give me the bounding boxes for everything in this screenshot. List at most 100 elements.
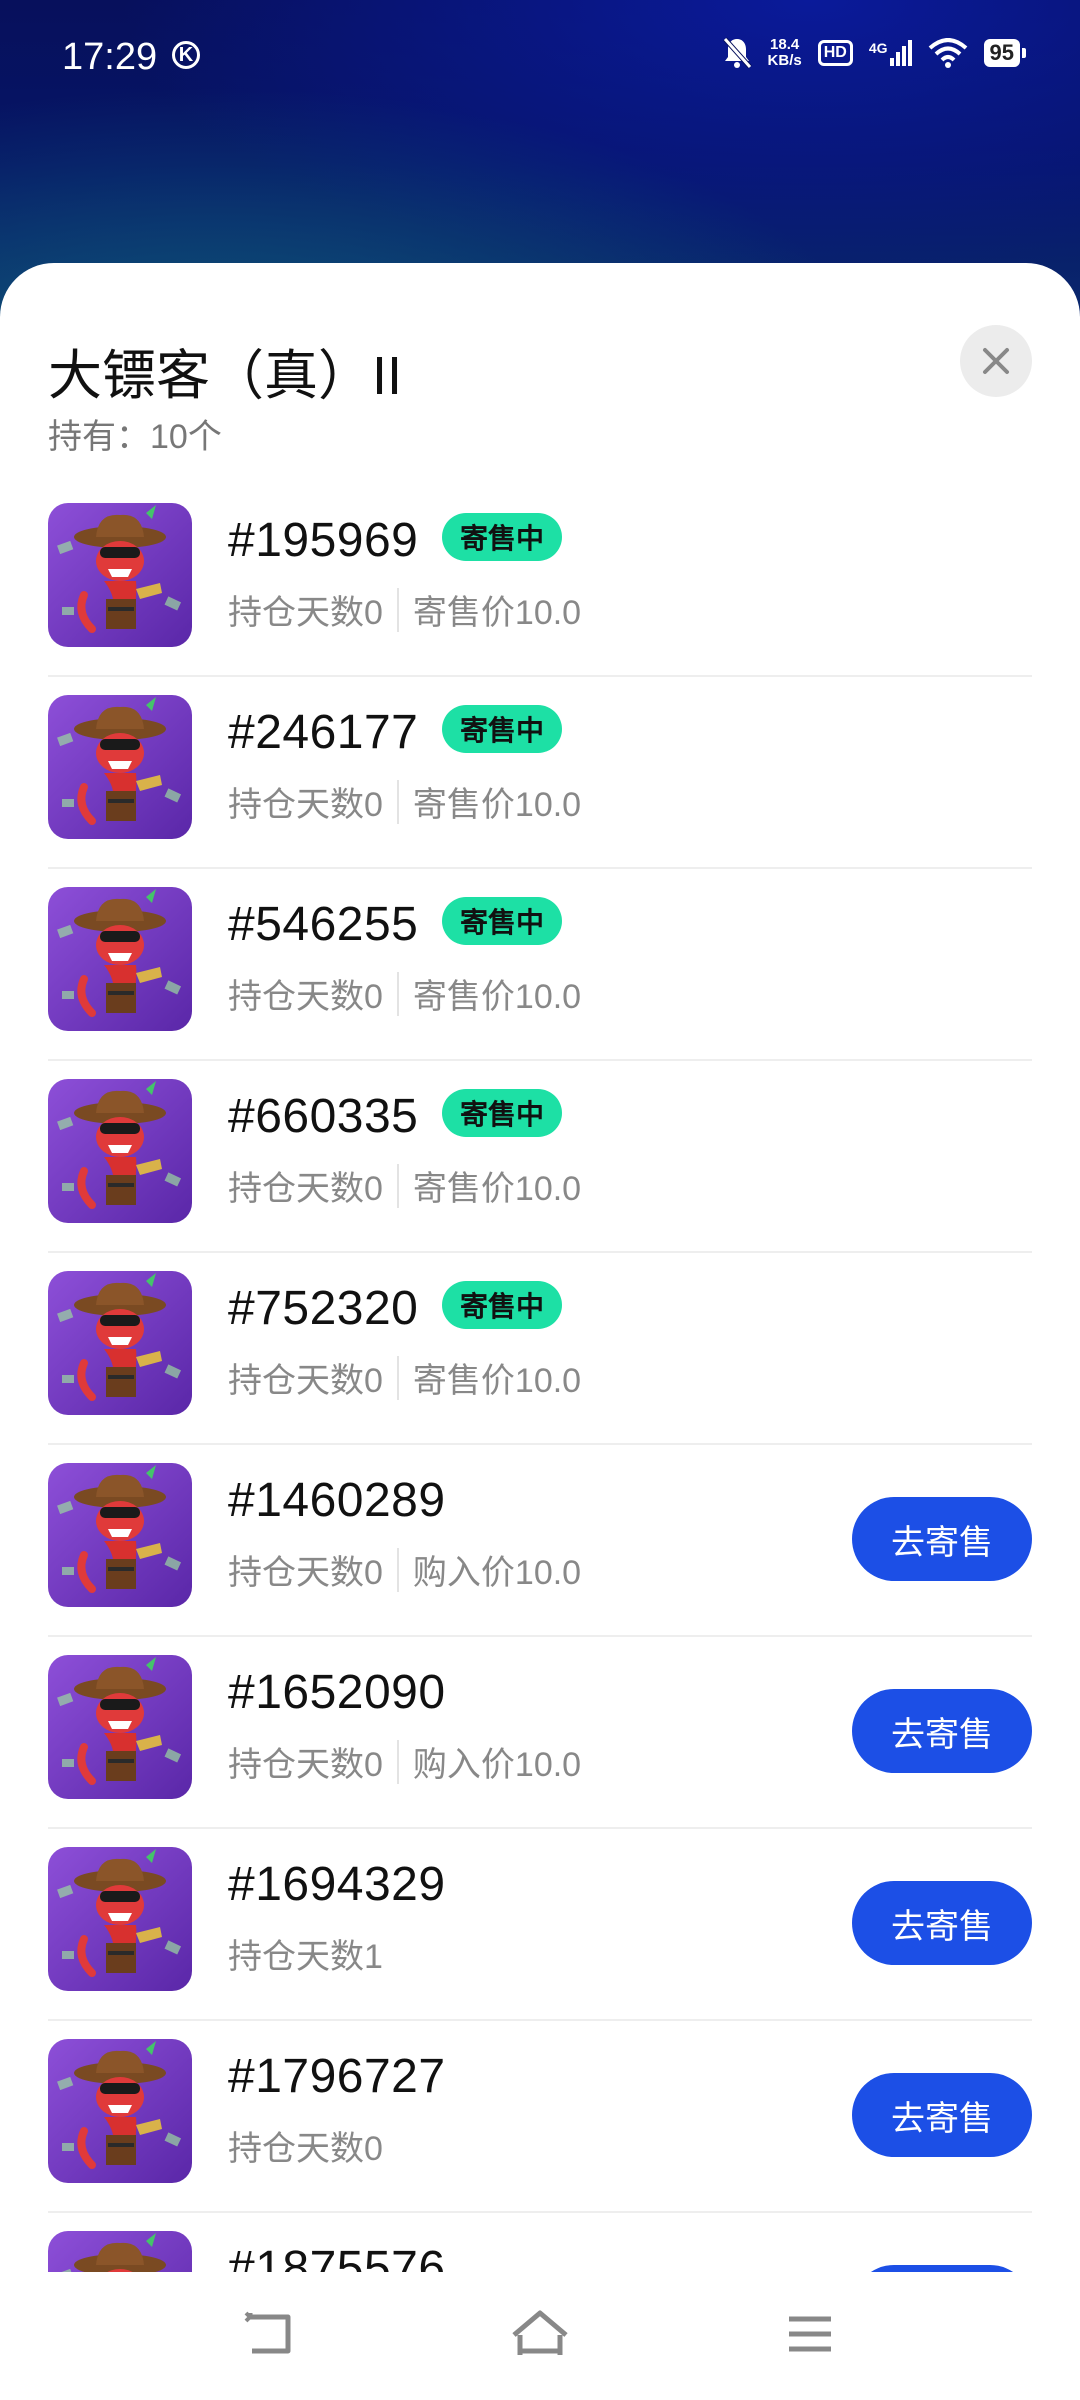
sheet-title: 大镖客（真）II (48, 346, 403, 406)
list-item[interactable]: #246177 寄售中持仓天数0 寄售价10.0 (48, 677, 1032, 869)
nft-thumbnail (48, 1655, 192, 1799)
item-price: 寄售价10.0 (412, 978, 582, 1016)
battery-icon: 95 (983, 39, 1027, 67)
home-button[interactable] (508, 2302, 572, 2366)
status-badge: 寄售中 (442, 513, 563, 561)
item-serial: #1796727 (228, 2050, 446, 2103)
back-icon (244, 2311, 291, 2354)
item-price: 购入价10.0 (412, 1746, 582, 1784)
home-icon (512, 2310, 568, 2355)
list-item[interactable]: #1652090 持仓天数0 购入价10.0 去寄售 (48, 1637, 1032, 1829)
holding-days: 持仓天数0 (228, 978, 383, 1016)
item-serial: #1652090 (228, 1666, 446, 1719)
holding-count: 持有：10个 (48, 418, 222, 456)
nft-thumbnail (48, 1271, 192, 1415)
mute-bell-icon (722, 37, 752, 69)
meta-divider (396, 1739, 399, 1784)
item-price: 寄售价10.0 (412, 594, 582, 632)
signal-icon: 4G (869, 40, 912, 66)
item-meta: 持仓天数0 寄售价10.0 (228, 1353, 581, 1402)
network-type: 4G (868, 40, 888, 56)
nft-thumbnail-art (48, 1655, 192, 1799)
back-button[interactable] (238, 2302, 302, 2366)
item-serial: #246177 (228, 706, 419, 759)
holdings-list[interactable]: #195969 寄售中 持仓天数0 寄售价10.0 #246177 寄售中 持仓天数0 寄售… (48, 485, 1032, 2275)
nft-thumbnail-art (48, 1271, 192, 1415)
item-serial: #660335 (228, 1090, 419, 1143)
close-icon (983, 348, 1009, 374)
nft-thumbnail-art (48, 2231, 192, 2275)
meta-divider (396, 779, 399, 824)
meta-divider (396, 1547, 399, 1592)
list-item[interactable]: #1796727 持仓天数0 去寄售 (48, 2021, 1032, 2213)
nft-thumbnail (48, 1079, 192, 1223)
nft-thumbnail-art (48, 1463, 192, 1607)
speed-value: 18.4 (770, 36, 800, 53)
wifi-icon (928, 38, 967, 68)
item-meta: 持仓天数0 购入价10.0 (228, 1545, 581, 1594)
item-meta: 持仓天数0 购入价10.0 (228, 1737, 581, 1786)
consign-button[interactable]: 去寄售 (852, 1497, 1032, 1581)
speed-unit: KB/s (767, 52, 802, 69)
holding-days: 持仓天数0 (228, 1746, 383, 1784)
status-badge: 寄售中 (442, 897, 563, 945)
nft-thumbnail (48, 2039, 192, 2183)
consign-button[interactable]: 去寄售 (852, 2073, 1032, 2157)
meta-divider (396, 1355, 399, 1400)
nft-thumbnail-art (48, 1079, 192, 1223)
item-meta: 持仓天数1 (228, 1929, 383, 1978)
holding-days: 持仓天数1 (228, 1938, 383, 1976)
consign-button[interactable]: 去寄售 (852, 1689, 1032, 1773)
nft-thumbnail (48, 1463, 192, 1607)
status-badge: 寄售中 (442, 705, 563, 753)
status-bar: 17:29 K 18.4 KB/s HD 4G 95 (0, 0, 1080, 120)
menu-button[interactable] (778, 2302, 842, 2366)
nft-thumbnail (48, 1847, 192, 1991)
list-item[interactable]: #752320 寄售中 持仓天数0 寄售价10.0 (48, 1253, 1032, 1445)
meta-divider (396, 1163, 399, 1208)
close-button[interactable] (960, 325, 1032, 397)
item-serial: #546255 (228, 898, 419, 951)
item-serial: #1875576 (228, 2242, 446, 2275)
holding-days: 持仓天数0 (228, 1170, 383, 1208)
list-item[interactable]: #546255 寄售中持仓天数0 寄售价10.0 (48, 869, 1032, 1061)
meta-divider (396, 971, 399, 1016)
holding-days: 持仓天数0 (228, 2130, 383, 2168)
list-item[interactable]: #1460289 持仓天数0 购入价10.0 去寄售 (48, 1445, 1032, 1637)
item-serial: #1460289 (228, 1474, 446, 1527)
network-speed: 18.4 KB/s (768, 37, 802, 69)
nft-thumbnail (48, 695, 192, 839)
item-meta: 持仓天数0 寄售价10.0 (228, 777, 581, 826)
nft-thumbnail-art (48, 695, 192, 839)
holding-days: 持仓天数0 (228, 1554, 383, 1592)
nft-thumbnail-art (48, 1847, 192, 1991)
holding-days: 持仓天数0 (228, 786, 383, 824)
item-serial: #752320 (228, 1282, 419, 1335)
status-badge: 寄售中 (442, 1089, 563, 1137)
item-price: 购入价10.0 (412, 1554, 582, 1592)
status-icons: 18.4 KB/s HD 4G 95 (722, 36, 1027, 70)
holding-days: 持仓天数0 (228, 1362, 383, 1400)
item-meta: 持仓天数0 寄售价10.0 (228, 969, 581, 1018)
status-time: 17:29 (62, 36, 158, 78)
consign-button[interactable]: 去寄售 (852, 1881, 1032, 1965)
nft-thumbnail (48, 503, 192, 647)
item-serial: #1694329 (228, 1858, 446, 1911)
item-meta: 持仓天数0 (228, 2121, 383, 2170)
system-nav-bar (0, 2272, 1080, 2400)
nft-thumbnail (48, 2231, 192, 2275)
menu-icon (789, 2316, 831, 2352)
item-meta: 持仓天数0 寄售价10.0 (228, 1161, 581, 1210)
nft-thumbnail-art (48, 503, 192, 647)
item-price: 寄售价10.0 (412, 786, 582, 824)
list-item[interactable]: #1694329 持仓天数1 去寄售 (48, 1829, 1032, 2021)
hd-icon: HD (817, 40, 853, 66)
list-item[interactable]: #660335 寄售中持仓天数0 寄售价10.0 (48, 1061, 1032, 1253)
list-item[interactable]: #195969 寄售中 持仓天数0 寄售价10.0 (48, 485, 1032, 677)
item-price: 寄售价10.0 (412, 1362, 582, 1400)
list-item[interactable]: #1875576去寄售 (48, 2213, 1032, 2275)
nft-thumbnail-art (48, 887, 192, 1031)
item-serial: #195969 (228, 514, 419, 567)
nft-thumbnail (48, 887, 192, 1031)
holdings-sheet: 大镖客（真）II 持有：10个 #195969 寄售中 持仓天数0 寄售价10.0 (0, 263, 1080, 2400)
